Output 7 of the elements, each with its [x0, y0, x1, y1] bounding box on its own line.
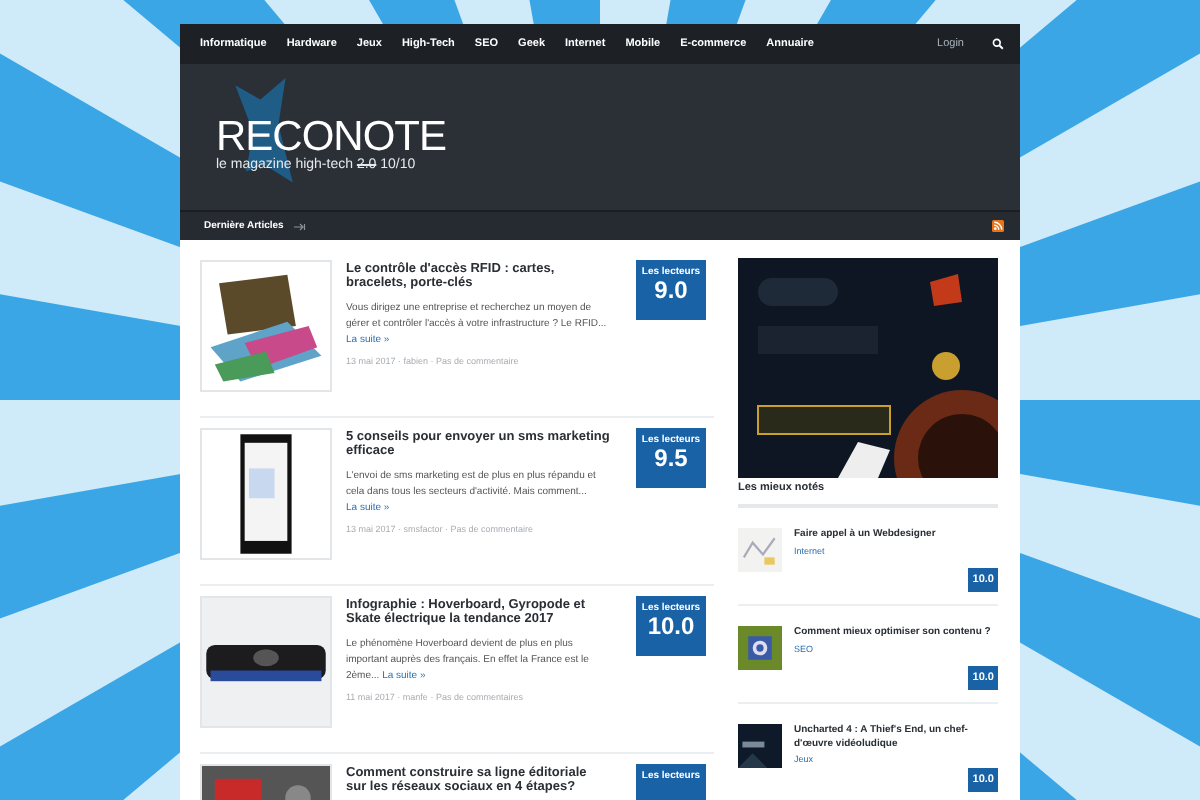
score-value: 10.0 — [647, 614, 695, 641]
score-value: 9.5 — [654, 446, 688, 473]
arrow-icon — [293, 221, 306, 231]
site-logo[interactable]: RECONOTE — [216, 115, 447, 157]
score-value: 9.0 — [654, 278, 688, 305]
rss-icon[interactable] — [992, 220, 1004, 232]
search-icon[interactable] — [992, 38, 1004, 50]
